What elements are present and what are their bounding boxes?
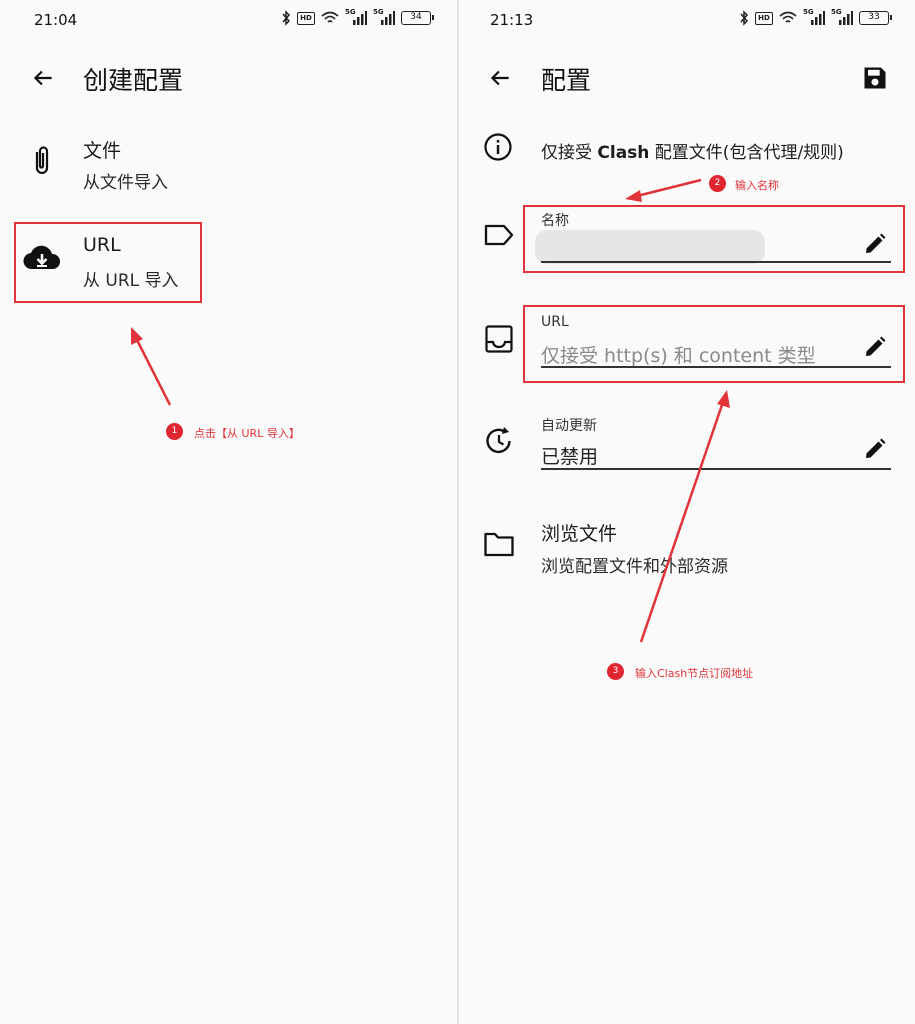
annotation-arrow-1 bbox=[131, 327, 172, 406]
annotation-text-2: 输入名称 bbox=[735, 179, 779, 192]
annotation-arrows bbox=[625, 178, 730, 643]
annotation-text-1: 点击【从 URL 导入】 bbox=[194, 427, 300, 440]
annotation-badge-3: 3 bbox=[607, 663, 624, 680]
annotation-badge-1: 1 bbox=[166, 423, 183, 440]
annotation-badge-2: 2 bbox=[709, 175, 726, 192]
profile-config-screen: 21:13 HD 5G 5G 33 配置 仅接受 Clash 配置文件(包含代理… bbox=[459, 0, 915, 1024]
annotation-text-3: 输入Clash节点订阅地址 bbox=[635, 667, 754, 680]
create-profile-screen: 21:04 HD 5G 5G 34 创建配置 文件 从文件导入 URL 从 UR… bbox=[0, 0, 457, 1024]
